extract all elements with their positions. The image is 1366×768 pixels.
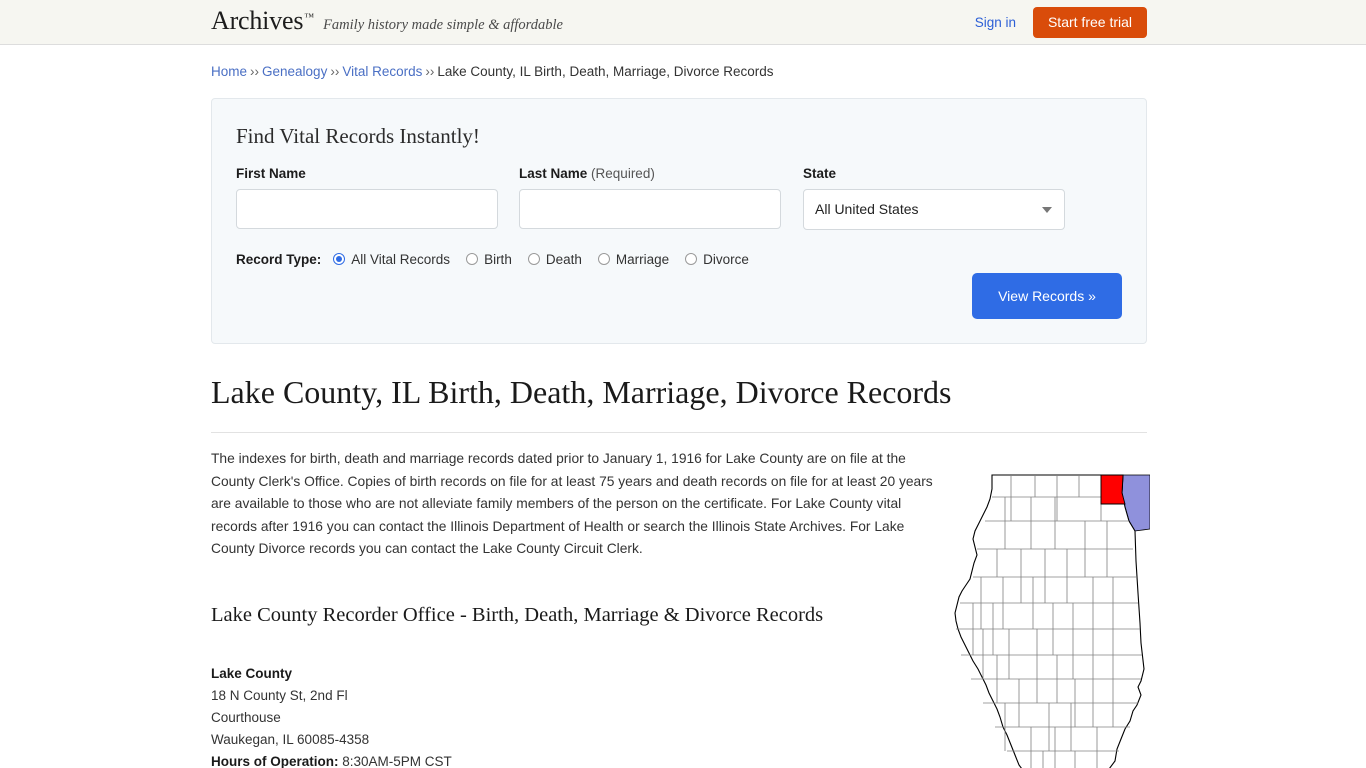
- lake-county-highlight: [1100, 474, 1126, 505]
- breadcrumb-separator: ››: [330, 64, 340, 79]
- breadcrumb-separator: ››: [250, 64, 260, 79]
- office-street: 18 N County St, 2nd Fl: [211, 687, 348, 703]
- breadcrumb-item-vital-records[interactable]: Vital Records: [342, 64, 422, 79]
- radio-label-marriage: Marriage: [615, 251, 670, 267]
- office-name: Lake County: [211, 665, 293, 681]
- radio-label-divorce: Divorce: [703, 251, 749, 267]
- radio-icon[interactable]: [466, 253, 479, 265]
- vital-records-search-panel: Find Vital Records Instantly! First Name…: [211, 98, 1147, 344]
- page-title: Lake County, IL Birth, Death, Marriage, …: [211, 374, 952, 410]
- radio-death[interactable]: Death: [527, 251, 582, 267]
- radio-label-all: All Vital Records: [351, 251, 451, 267]
- breadcrumb-separator: ››: [425, 64, 435, 79]
- breadcrumb-current: Lake County, IL Birth, Death, Marriage, …: [437, 64, 774, 79]
- radio-icon-selected[interactable]: [333, 253, 346, 265]
- last-name-required-note: (Required): [591, 166, 655, 181]
- breadcrumb: Home ›› Genealogy ›› Vital Records ›› Lake Cou…: [211, 63, 1147, 81]
- record-type-label: Record Type:: [236, 251, 322, 267]
- first-name-input[interactable]: [236, 189, 498, 229]
- breadcrumb-item-home[interactable]: Home: [211, 64, 247, 79]
- radio-label-death: Death: [545, 251, 582, 267]
- office-building: Courthouse: [211, 709, 281, 725]
- state-select[interactable]: All United States: [803, 189, 1065, 230]
- breadcrumb-item-genealogy[interactable]: Genealogy: [262, 64, 327, 79]
- sign-in-link[interactable]: Sign in: [975, 15, 1016, 30]
- last-name-label-text: Last Name: [519, 166, 588, 181]
- logo-text: Archives: [211, 6, 304, 35]
- record-type-row: Record Type: All Vital Records Birth Dea…: [236, 249, 765, 269]
- radio-all-vital-records[interactable]: All Vital Records: [333, 252, 450, 267]
- article-body: The indexes for birth, death and marriag…: [211, 448, 946, 768]
- start-free-trial-button[interactable]: Start free trial: [1032, 7, 1147, 38]
- state-select-value: All United States: [815, 201, 919, 217]
- section-subheading: Lake County Recorder Office - Birth, Dea…: [211, 603, 824, 626]
- radio-icon[interactable]: [685, 253, 698, 265]
- article-paragraph: The indexes for birth, death and marriag…: [211, 451, 933, 557]
- title-divider: [211, 432, 1147, 434]
- hours-value: 8:30AM-5PM CST: [342, 753, 452, 768]
- chevron-down-icon: [1042, 207, 1052, 213]
- office-city-state-zip: Waukegan, IL 60085-4358: [211, 731, 370, 747]
- last-name-label: Last Name (Required): [519, 166, 655, 181]
- office-hours: Hours of Operation: 8:30AM-5PM CST: [211, 751, 946, 768]
- trademark-icon: ™: [304, 12, 315, 23]
- tagline: Family history made simple & affordable: [323, 17, 563, 33]
- search-panel-title: Find Vital Records Instantly!: [236, 124, 480, 148]
- state-label-text: State: [803, 166, 837, 181]
- hours-label: Hours of Operation:: [211, 753, 339, 768]
- site-header: Archives ™ Family history made simple & …: [0, 0, 1366, 45]
- radio-divorce[interactable]: Divorce: [685, 252, 749, 267]
- state-label: State: [803, 166, 836, 181]
- site-logo[interactable]: Archives ™ Family history made simple & …: [211, 8, 563, 34]
- first-name-label: First Name: [236, 166, 306, 181]
- radio-icon[interactable]: [597, 253, 610, 265]
- office-address-block: Lake County 18 N County St, 2nd Fl Court…: [211, 663, 946, 768]
- view-records-button[interactable]: View Records »: [972, 273, 1122, 319]
- radio-birth[interactable]: Birth: [466, 252, 512, 267]
- radio-marriage[interactable]: Marriage: [597, 251, 670, 267]
- illinois-map-svg: [954, 474, 1150, 768]
- illinois-state-outline: [954, 474, 1145, 768]
- radio-icon[interactable]: [527, 253, 540, 265]
- last-name-input[interactable]: [519, 189, 781, 229]
- first-name-label-text: First Name: [236, 166, 306, 181]
- radio-label-birth: Birth: [484, 251, 512, 267]
- illinois-county-map: [945, 473, 1150, 768]
